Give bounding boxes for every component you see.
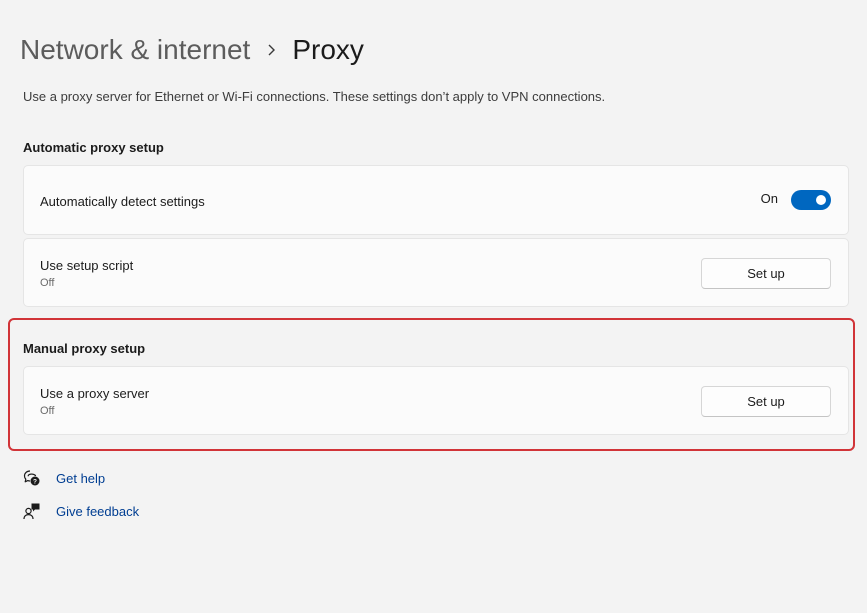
proxy-server-status: Off <box>40 405 55 417</box>
proxy-settings-page: Network & internet Proxy Use a proxy ser… <box>0 0 867 613</box>
setup-script-card: Use setup script Off Set up <box>23 238 849 307</box>
automatic-proxy-section-title: Automatic proxy setup <box>23 140 164 155</box>
page-title: Proxy <box>292 34 364 65</box>
breadcrumb-network-internet[interactable]: Network & internet <box>20 30 250 70</box>
get-help-link[interactable]: ? Get help <box>22 468 105 488</box>
give-feedback-link[interactable]: Give feedback <box>22 501 139 521</box>
setup-script-label: Use setup script <box>40 258 134 273</box>
auto-detect-state-text: On <box>760 191 778 206</box>
auto-detect-toggle[interactable] <box>791 190 831 210</box>
proxy-server-set-up-button[interactable]: Set up <box>701 386 831 417</box>
proxy-server-card: Use a proxy server Off Set up <box>23 366 849 435</box>
get-help-label[interactable]: Get help <box>56 471 105 486</box>
proxy-server-label: Use a proxy server <box>40 386 150 401</box>
auto-detect-settings-card: Automatically detect settings On <box>23 165 849 235</box>
setup-script-set-up-button[interactable]: Set up <box>701 258 831 289</box>
feedback-person-icon <box>22 501 42 521</box>
auto-detect-label: Automatically detect settings <box>40 194 205 209</box>
chevron-right-icon <box>250 43 292 57</box>
breadcrumb: Network & internet Proxy <box>20 30 364 70</box>
manual-proxy-section-title: Manual proxy setup <box>23 341 146 356</box>
toggle-knob <box>816 195 826 205</box>
setup-script-status: Off <box>40 277 55 289</box>
give-feedback-label[interactable]: Give feedback <box>56 504 139 519</box>
help-chat-icon: ? <box>22 468 42 488</box>
page-description: Use a proxy server for Ethernet or Wi-Fi… <box>23 89 606 104</box>
svg-text:?: ? <box>33 478 37 485</box>
